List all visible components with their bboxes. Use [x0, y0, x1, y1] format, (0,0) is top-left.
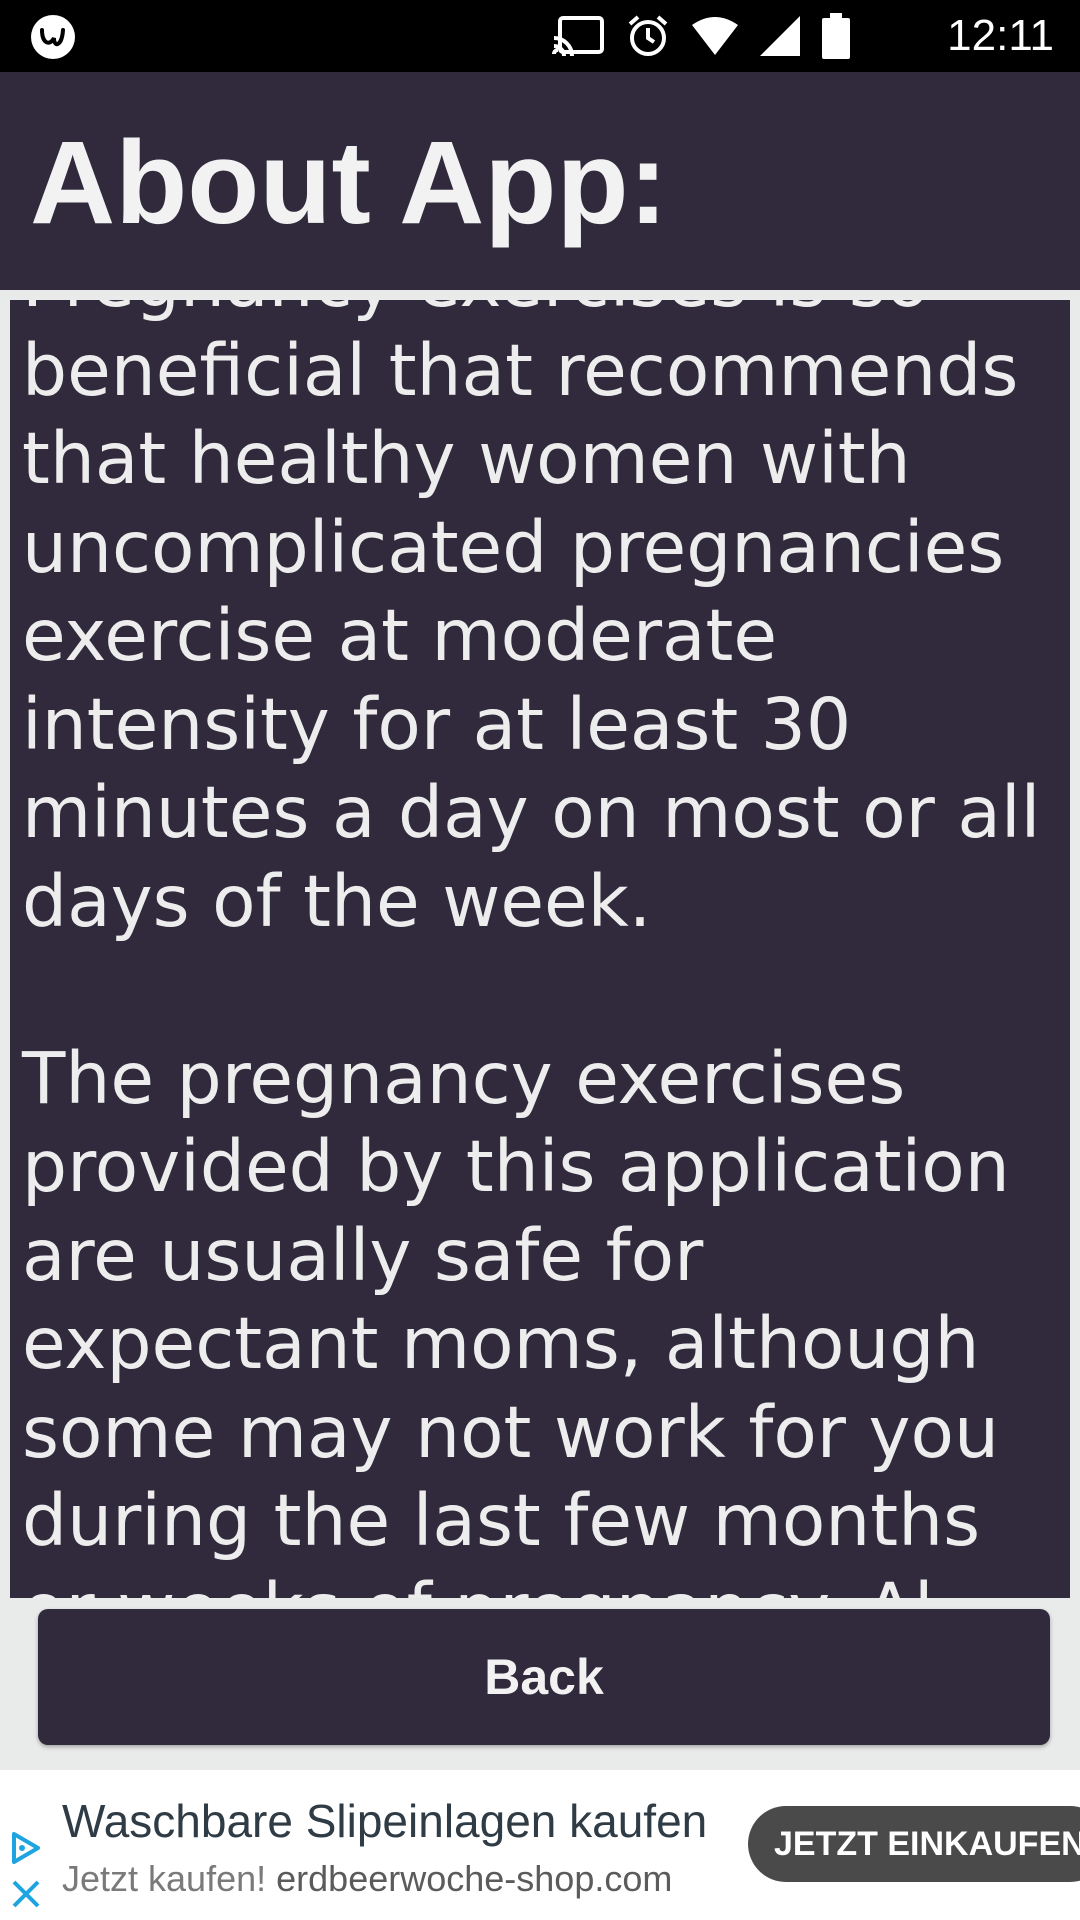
- battery-icon: [822, 13, 850, 59]
- app-header: About App:: [0, 72, 1080, 290]
- app-icon: [31, 15, 75, 59]
- ad-subtitle-prefix: Jetzt kaufen!: [62, 1858, 267, 1899]
- signal-icon: [760, 16, 800, 56]
- close-icon[interactable]: [8, 1876, 44, 1912]
- cast-icon: [552, 16, 604, 56]
- status-icons: [552, 12, 850, 60]
- adchoices-icon[interactable]: [8, 1830, 44, 1866]
- ad-title[interactable]: Waschbare Slipeinlagen kaufen: [62, 1794, 707, 1848]
- status-bar: 12:11: [0, 0, 1080, 72]
- status-time: 12:11: [947, 11, 1054, 60]
- back-button[interactable]: Back: [38, 1609, 1050, 1745]
- ad-banner[interactable]: Waschbare Slipeinlagen kaufen Jetzt kauf…: [0, 1770, 1080, 1920]
- ad-cta-button[interactable]: JETZT EINKAUFEN: [748, 1806, 1080, 1882]
- ad-domain: erdbeerwoche-shop.com: [276, 1858, 673, 1899]
- wifi-icon: [692, 17, 738, 55]
- alarm-icon: [628, 15, 668, 56]
- about-text: Pregnancy exercises is so beneficial tha…: [22, 300, 1041, 1598]
- page-title: About App:: [30, 117, 668, 249]
- ad-subtitle[interactable]: Jetzt kaufen! erdbeerwoche-shop.com: [62, 1858, 672, 1900]
- about-text-scroll-area[interactable]: Pregnancy exercises is so beneficial tha…: [10, 300, 1070, 1598]
